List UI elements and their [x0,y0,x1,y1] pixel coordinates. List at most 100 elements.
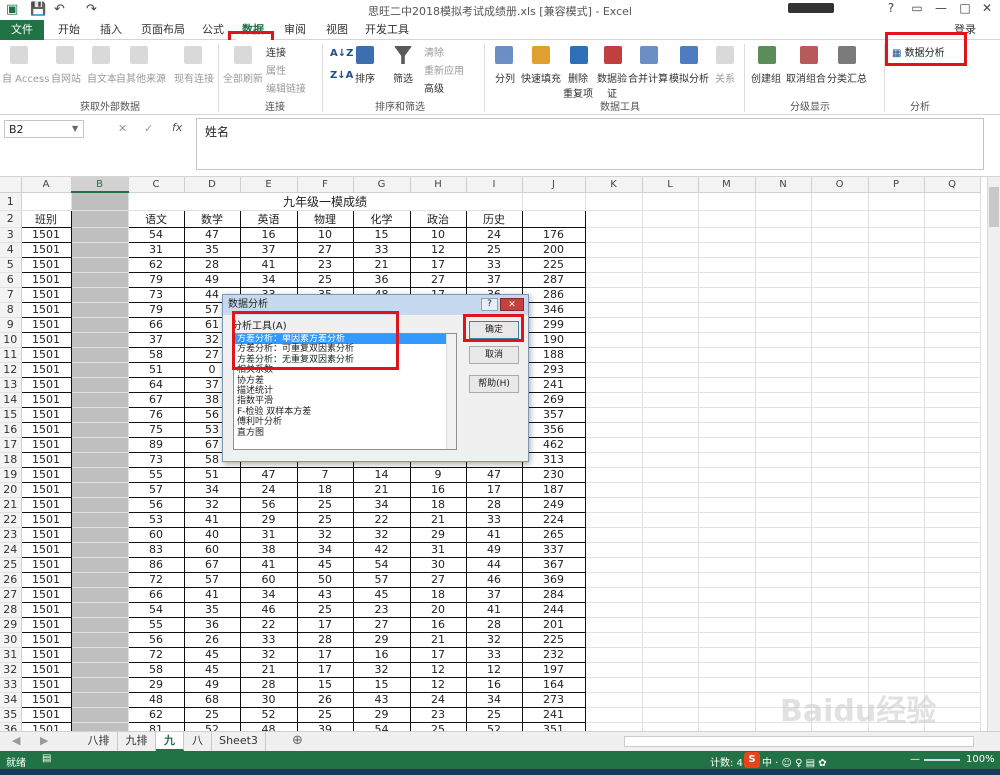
cell[interactable] [924,647,981,663]
cell[interactable] [924,467,981,483]
cell[interactable] [924,332,981,348]
cell[interactable] [698,497,756,513]
cell[interactable] [642,587,699,603]
table-row[interactable]: 23 1501 60 40 31 32 32 29 41 265 [0,527,981,543]
cell[interactable] [868,257,925,273]
cancel-formula-icon[interactable]: ✕ [118,122,127,135]
cell[interactable] [698,362,756,378]
data-cell[interactable]: 16 [410,482,467,498]
data-cell[interactable]: 225 [522,257,586,273]
cell[interactable] [811,210,869,228]
data-cell[interactable]: 54 [353,557,411,573]
cell[interactable] [868,467,925,483]
data-cell[interactable]: 54 [128,227,185,243]
data-cell[interactable]: 14 [353,467,411,483]
data-cell[interactable]: 1501 [21,557,72,573]
prev-sheet-icon[interactable]: ◀ [12,734,20,747]
data-cell[interactable]: 31 [410,542,467,558]
cell[interactable] [755,210,812,228]
data-cell[interactable]: 48 [128,692,185,708]
data-cell[interactable]: 34 [297,542,354,558]
cell[interactable] [585,542,643,558]
data-cell[interactable]: 1501 [21,467,72,483]
from-other-sources-button[interactable]: 自其他来源 [116,70,166,85]
existing-connections-button[interactable]: 现有连接 [172,70,216,85]
data-cell[interactable]: 273 [522,692,586,708]
data-cell[interactable]: 1501 [21,587,72,603]
data-cell[interactable]: 29 [353,632,411,648]
column-header[interactable]: J [522,177,586,193]
sheet-tab-5[interactable]: Sheet3 [212,732,266,751]
cell[interactable] [755,632,812,648]
data-cell[interactable]: 18 [297,482,354,498]
cell[interactable] [924,482,981,498]
row-header[interactable]: 2 [0,210,22,228]
cell[interactable] [755,542,812,558]
data-cell[interactable]: 24 [240,482,298,498]
data-cell[interactable]: 43 [353,692,411,708]
row-header[interactable]: 32 [0,662,22,678]
table-row[interactable]: 31 1501 72 45 32 17 16 17 33 232 [0,647,981,663]
data-cell[interactable] [71,647,129,663]
data-cell[interactable]: 269 [522,392,586,408]
data-cell[interactable]: 35 [184,602,241,618]
cell[interactable] [698,467,756,483]
cell[interactable] [811,527,869,543]
cell[interactable] [698,210,756,228]
data-cell[interactable]: 25 [297,512,354,528]
header-cell[interactable]: 班别 [21,210,72,228]
data-cell[interactable] [71,227,129,243]
cell[interactable] [642,242,699,258]
column-header[interactable]: E [240,177,298,193]
data-cell[interactable]: 16 [240,227,298,243]
cell[interactable] [698,512,756,528]
data-cell[interactable]: 25 [297,707,354,723]
data-cell[interactable]: 1501 [21,497,72,513]
data-cell[interactable]: 34 [240,272,298,288]
cell[interactable] [924,407,981,423]
cell[interactable] [698,722,756,731]
data-cell[interactable] [71,572,129,588]
tab-view[interactable]: 视图 [322,20,352,40]
data-cell[interactable]: 72 [128,647,185,663]
cell[interactable] [755,467,812,483]
data-cell[interactable]: 1501 [21,317,72,333]
row-header[interactable]: 9 [0,317,22,333]
cell[interactable] [811,287,869,303]
column-header[interactable]: N [755,177,812,193]
row-header[interactable]: 21 [0,497,22,513]
maximize-button[interactable]: □ [954,1,976,17]
cell[interactable] [698,437,756,453]
cell[interactable] [642,557,699,573]
reapply-button[interactable]: 重新应用 [424,62,464,77]
table-row[interactable]: 4 1501 31 35 37 27 33 12 25 200 [0,242,981,258]
cell[interactable] [811,557,869,573]
row-header[interactable]: 7 [0,287,22,303]
data-cell[interactable]: 86 [128,557,185,573]
cell[interactable] [585,497,643,513]
cell[interactable] [585,347,643,363]
data-cell[interactable]: 49 [466,542,523,558]
data-cell[interactable]: 1501 [21,302,72,318]
cell[interactable] [642,422,699,438]
cell[interactable] [811,662,869,678]
data-cell[interactable]: 21 [410,512,467,528]
cell[interactable] [924,422,981,438]
cell[interactable] [755,272,812,288]
confirm-formula-icon[interactable]: ✓ [144,122,153,135]
data-cell[interactable]: 35 [184,242,241,258]
cell[interactable] [585,227,643,243]
data-cell[interactable]: 1501 [21,257,72,273]
data-cell[interactable]: 48 [240,722,298,731]
cell[interactable] [585,572,643,588]
data-cell[interactable]: 24 [410,692,467,708]
cell[interactable] [755,527,812,543]
data-cell[interactable]: 346 [522,302,586,318]
cell[interactable] [642,677,699,693]
cancel-button[interactable]: 取消 [469,346,519,364]
cell[interactable] [868,287,925,303]
data-cell[interactable]: 30 [410,557,467,573]
data-cell[interactable]: 28 [466,497,523,513]
data-cell[interactable]: 51 [184,467,241,483]
cell[interactable] [698,647,756,663]
